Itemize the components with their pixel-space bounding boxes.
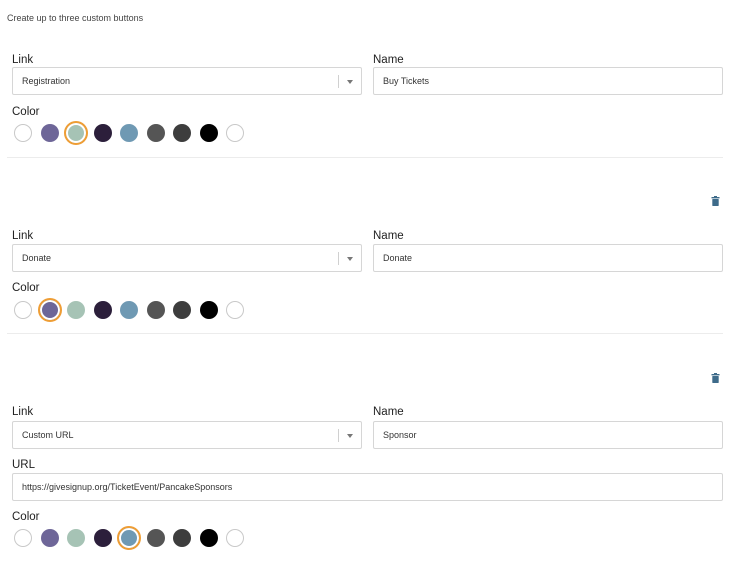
color-swatch[interactable] — [67, 301, 85, 319]
color-swatch[interactable] — [94, 529, 112, 547]
color-swatch[interactable] — [173, 529, 191, 547]
name-label: Name — [373, 230, 404, 242]
link-label: Link — [12, 406, 34, 418]
color-swatch[interactable] — [94, 301, 112, 319]
color-swatch[interactable] — [226, 301, 244, 319]
color-swatch[interactable] — [41, 124, 59, 142]
trash-icon[interactable] — [711, 196, 720, 206]
name-input-value: Sponsor — [383, 430, 417, 440]
link-label: Link — [12, 230, 34, 242]
url-label: URL — [12, 459, 36, 471]
link-select-value: Registration — [22, 76, 71, 86]
name-input-value: Donate — [383, 253, 413, 263]
chevron-down-icon — [347, 80, 353, 84]
intro-text: Create up to three custom buttons — [7, 13, 144, 23]
color-swatch[interactable] — [226, 124, 244, 142]
color-swatch[interactable] — [200, 301, 218, 319]
link-select-value: Donate — [22, 253, 52, 263]
color-swatch[interactable] — [14, 124, 32, 142]
trash-icon[interactable] — [711, 373, 720, 383]
link-select-value: Custom URL — [22, 430, 74, 440]
color-swatch[interactable] — [14, 529, 32, 547]
color-swatch[interactable] — [64, 121, 88, 145]
section-divider — [7, 333, 723, 334]
link-label: Link — [12, 54, 34, 66]
url-input-value: https://givesignup.org/TicketEvent/Panca… — [22, 482, 233, 492]
color-swatch[interactable] — [226, 529, 244, 547]
section-divider — [7, 157, 723, 158]
color-swatch[interactable] — [147, 529, 165, 547]
color-swatch[interactable] — [200, 529, 218, 547]
chevron-down-icon — [347, 434, 353, 438]
color-swatch[interactable] — [173, 124, 191, 142]
select-separator — [338, 429, 339, 442]
name-label: Name — [373, 54, 404, 66]
name-input[interactable]: Donate — [373, 244, 723, 272]
select-separator — [338, 252, 339, 265]
color-swatch[interactable] — [117, 526, 141, 550]
name-input[interactable]: Buy Tickets — [373, 67, 723, 95]
color-label: Color — [12, 106, 40, 118]
color-swatch[interactable] — [120, 301, 138, 319]
link-select[interactable]: Custom URL — [12, 421, 362, 449]
color-label: Color — [12, 511, 40, 523]
name-label: Name — [373, 406, 404, 418]
color-swatch[interactable] — [120, 124, 138, 142]
link-select[interactable]: Donate — [12, 244, 362, 272]
url-input[interactable]: https://givesignup.org/TicketEvent/Panca… — [12, 473, 723, 501]
color-swatch[interactable] — [147, 301, 165, 319]
color-swatch[interactable] — [41, 529, 59, 547]
chevron-down-icon — [347, 257, 353, 261]
color-swatch[interactable] — [67, 529, 85, 547]
select-separator — [338, 75, 339, 88]
color-label: Color — [12, 282, 40, 294]
name-input[interactable]: Sponsor — [373, 421, 723, 449]
color-swatch[interactable] — [38, 298, 62, 322]
color-swatch[interactable] — [200, 124, 218, 142]
name-input-value: Buy Tickets — [383, 76, 430, 86]
link-select[interactable]: Registration — [12, 67, 362, 95]
color-swatch[interactable] — [173, 301, 191, 319]
color-swatch[interactable] — [14, 301, 32, 319]
color-swatch[interactable] — [147, 124, 165, 142]
color-swatch[interactable] — [94, 124, 112, 142]
